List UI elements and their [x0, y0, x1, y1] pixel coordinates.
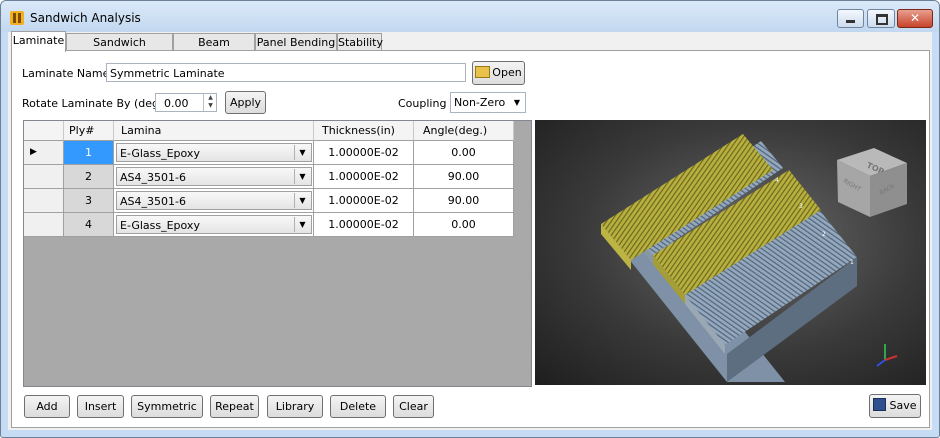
tab-laminate[interactable]: Laminate: [11, 31, 66, 52]
lamina-select[interactable]: E-Glass_Epoxy ▼: [116, 143, 312, 162]
coupling-label: Coupling: [398, 97, 447, 110]
app-icon: [10, 11, 24, 25]
ply-cell[interactable]: 3: [64, 189, 114, 213]
save-button-label: Save: [889, 399, 917, 412]
lamina-value: AS4_3501-6: [120, 195, 186, 208]
window: Sandwich Analysis ✕ Laminate Sandwich Ge…: [0, 0, 940, 438]
current-row-icon: ▶: [30, 147, 37, 157]
delete-button[interactable]: Delete: [330, 395, 386, 418]
ply-label: 4: [775, 177, 779, 184]
insert-button[interactable]: Insert: [77, 395, 124, 418]
open-button-label: Open: [492, 66, 522, 79]
angle-cell[interactable]: 90.00: [414, 189, 514, 213]
chevron-down-icon[interactable]: ▼: [294, 145, 310, 160]
lamina-cell[interactable]: E-Glass_Epoxy ▼: [114, 141, 314, 165]
ply-label: 3: [799, 203, 803, 210]
floppy-disk-icon: [873, 398, 887, 411]
lamina-value: E-Glass_Epoxy: [120, 147, 200, 160]
tab-panel-bending[interactable]: Panel Bending: [255, 33, 337, 51]
laminate-tab-page: Laminate Name: Symmetric Laminate Open R…: [11, 50, 930, 428]
maximize-button[interactable]: [867, 9, 895, 28]
angle-cell[interactable]: 0.00: [414, 213, 514, 237]
thickness-cell[interactable]: 1.00000E-02: [314, 165, 414, 189]
ply-cell[interactable]: 1: [64, 141, 114, 165]
client-area: Laminate Sandwich Geometry Beam Bending …: [8, 31, 932, 430]
row-header[interactable]: [24, 165, 64, 189]
lamina-cell[interactable]: AS4_3501-6 ▼: [114, 165, 314, 189]
minimize-icon: [846, 20, 855, 23]
open-button[interactable]: Open: [472, 61, 525, 85]
tab-beam-bending[interactable]: Beam Bending: [173, 33, 255, 66]
repeat-button[interactable]: Repeat: [210, 395, 259, 418]
grid-corner: [24, 121, 64, 141]
ply-label: 1: [850, 259, 854, 266]
lamina-select[interactable]: AS4_3501-6 ▼: [116, 191, 312, 210]
laminate-name-input[interactable]: Symmetric Laminate: [106, 63, 466, 82]
column-header-ply[interactable]: Ply#: [64, 121, 114, 141]
thickness-cell[interactable]: 1.00000E-02: [314, 141, 414, 165]
maximize-icon: [876, 14, 888, 25]
lamina-value: E-Glass_Epoxy: [120, 219, 200, 232]
rotate-label: Rotate Laminate By (deg.): [22, 97, 167, 110]
chevron-down-icon[interactable]: ▼: [294, 169, 310, 184]
chevron-down-icon: ▼: [513, 98, 520, 107]
laminate-3d-render: 4 3 2 1 TOP RIGHT BACK: [601, 134, 907, 382]
folder-icon: [475, 66, 491, 78]
symmetric-button[interactable]: Symmetric: [131, 395, 203, 418]
chevron-down-icon[interactable]: ▼: [294, 193, 310, 208]
angle-cell[interactable]: 90.00: [414, 165, 514, 189]
column-header-lamina[interactable]: Lamina: [114, 121, 314, 141]
close-button[interactable]: ✕: [897, 9, 933, 28]
laminate-name-label: Laminate Name:: [22, 67, 114, 80]
clear-button[interactable]: Clear: [393, 395, 434, 418]
lamina-select[interactable]: AS4_3501-6 ▼: [116, 167, 312, 186]
close-icon: ✕: [909, 11, 921, 25]
chevron-down-icon[interactable]: ▼: [294, 217, 310, 232]
row-header[interactable]: [24, 189, 64, 213]
ply-cell[interactable]: 2: [64, 165, 114, 189]
window-title: Sandwich Analysis: [30, 11, 141, 25]
column-header-angle[interactable]: Angle(deg.): [414, 121, 514, 141]
row-header[interactable]: ▶: [24, 141, 64, 165]
minimize-button[interactable]: [837, 9, 864, 28]
thickness-cell[interactable]: 1.00000E-02: [314, 189, 414, 213]
lamina-cell[interactable]: AS4_3501-6 ▼: [114, 189, 314, 213]
coupling-select[interactable]: Non-Zero ▼: [450, 92, 526, 113]
apply-button[interactable]: Apply: [225, 91, 266, 114]
ply-label: 2: [822, 231, 826, 238]
axis-triad-icon: [876, 344, 898, 367]
view-cube[interactable]: TOP RIGHT BACK: [837, 148, 907, 217]
angle-cell[interactable]: 0.00: [414, 141, 514, 165]
title-bar[interactable]: Sandwich Analysis ✕: [1, 1, 939, 32]
ply-grid: Ply# Lamina Thickness(in) Angle(deg.) ▶ …: [23, 120, 532, 387]
row-header[interactable]: [24, 213, 64, 237]
column-header-thickness[interactable]: Thickness(in): [314, 121, 414, 141]
add-button[interactable]: Add: [24, 395, 70, 418]
laminate-3d-viewer[interactable]: 4 3 2 1 TOP RIGHT BACK: [535, 120, 926, 385]
coupling-value: Non-Zero: [454, 96, 506, 109]
library-button[interactable]: Library: [267, 395, 323, 418]
rotate-spinner[interactable]: ▲ ▼: [203, 94, 217, 111]
save-button[interactable]: Save: [869, 394, 921, 418]
ply-cell[interactable]: 4: [64, 213, 114, 237]
tab-sandwich-geometry[interactable]: Sandwich Geometry: [66, 33, 173, 66]
lamina-select[interactable]: E-Glass_Epoxy ▼: [116, 215, 312, 234]
lamina-cell[interactable]: E-Glass_Epoxy ▼: [114, 213, 314, 237]
lamina-value: AS4_3501-6: [120, 171, 186, 184]
thickness-cell[interactable]: 1.00000E-02: [314, 213, 414, 237]
tab-stability[interactable]: Stability: [337, 33, 383, 51]
